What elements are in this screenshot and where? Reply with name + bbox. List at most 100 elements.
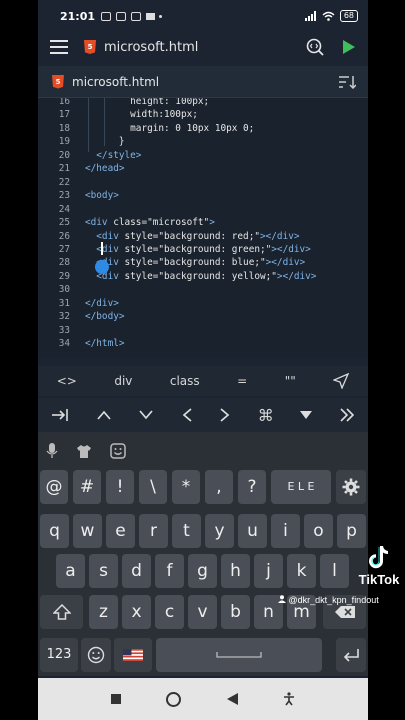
html5-icon: 5 — [84, 40, 96, 54]
arrow-left-icon[interactable] — [181, 407, 193, 423]
key-at[interactable]: @ — [40, 470, 68, 504]
key-e[interactable]: e — [106, 514, 135, 548]
key-l[interactable]: l — [320, 554, 349, 588]
code-text: height: 100px; — [85, 98, 209, 107]
space-key[interactable] — [156, 638, 322, 672]
microphone-icon[interactable] — [46, 443, 58, 459]
shift-key[interactable] — [40, 595, 83, 629]
code-line[interactable]: 31 </div> — [38, 298, 368, 312]
code-token: width:100px; — [85, 109, 198, 121]
key-v[interactable]: v — [188, 595, 217, 629]
emoji-key[interactable] — [81, 638, 111, 672]
code-line[interactable]: 17 width:100px; — [38, 109, 368, 123]
key-s[interactable]: s — [89, 554, 118, 588]
code-line[interactable]: 16 height: 100px; — [38, 98, 368, 110]
tab-key-icon[interactable] — [51, 408, 69, 422]
accessibility-icon[interactable] — [283, 692, 295, 706]
numbers-key[interactable]: 123 — [40, 638, 78, 672]
code-line[interactable]: 27 <div style="background: green;"></div… — [38, 244, 368, 258]
code-line[interactable]: 29 <div style="background: yellow;"></di… — [38, 271, 368, 285]
back-icon[interactable] — [226, 693, 238, 705]
code-text: </html> — [85, 338, 125, 349]
code-line[interactable]: 23 <body> — [38, 190, 368, 204]
code-line[interactable]: 24 — [38, 204, 368, 218]
key-o[interactable]: o — [304, 514, 333, 548]
code-text: </body> — [85, 311, 125, 322]
code-text: </style> — [85, 150, 141, 161]
arrow-down-icon[interactable] — [138, 409, 154, 421]
code-text: <div style="background: green;"></div> — [85, 244, 311, 255]
code-line[interactable]: 22 — [38, 177, 368, 191]
touch-indicator — [95, 260, 109, 274]
sort-icon[interactable] — [338, 75, 356, 89]
key-y[interactable]: y — [205, 514, 234, 548]
command-icon[interactable]: ⌘ — [258, 406, 274, 425]
code-line[interactable]: 34 </html> — [38, 338, 368, 352]
key-p[interactable]: p — [337, 514, 366, 548]
home-icon[interactable] — [166, 691, 182, 707]
symbol-key[interactable]: = — [237, 374, 247, 388]
code-line[interactable]: 25 <div class="microsoft"> — [38, 217, 368, 231]
key-r[interactable]: r — [139, 514, 168, 548]
key-j[interactable]: j — [254, 554, 283, 588]
arrow-right-icon[interactable] — [219, 407, 231, 423]
key-z[interactable]: z — [89, 595, 118, 629]
signal-icon — [304, 11, 316, 21]
key-b[interactable]: b — [221, 595, 250, 629]
key-asterisk[interactable]: * — [172, 470, 200, 504]
key-backslash[interactable]: \ — [139, 470, 167, 504]
arrow-up-icon[interactable] — [96, 409, 112, 421]
code-text: </div> — [85, 298, 119, 309]
code-line[interactable]: 26 <div style="background: red;"></div> — [38, 231, 368, 245]
emoji-icon[interactable] — [110, 443, 126, 459]
dropdown-icon[interactable] — [300, 411, 313, 419]
line-number: 19 — [58, 136, 70, 148]
key-question[interactable]: ? — [238, 470, 266, 504]
key-a[interactable]: a — [56, 554, 85, 588]
key-t[interactable]: t — [172, 514, 201, 548]
run-icon[interactable] — [342, 40, 356, 54]
code-line[interactable]: 20 </style> — [38, 150, 368, 164]
key-hash[interactable]: # — [73, 470, 101, 504]
enter-key[interactable] — [336, 638, 366, 672]
key-g[interactable]: g — [188, 554, 217, 588]
send-icon[interactable] — [333, 373, 350, 389]
recents-icon[interactable] — [110, 694, 121, 704]
code-line[interactable]: 30 — [38, 284, 368, 298]
key-f[interactable]: f — [155, 554, 184, 588]
double-chevron-icon[interactable] — [339, 408, 355, 422]
key-h[interactable]: h — [221, 554, 250, 588]
code-editor[interactable]: 16 height: 100px; 17 width:100px; 18 margi… — [38, 98, 368, 358]
key-d[interactable]: d — [122, 554, 151, 588]
code-line[interactable]: 33 — [38, 325, 368, 339]
settings-key[interactable] — [336, 470, 366, 504]
key-w[interactable]: w — [73, 514, 102, 548]
key-language-switch[interactable]: E L E — [271, 470, 331, 504]
key-exclamation[interactable]: ! — [106, 470, 134, 504]
key-q[interactable]: q — [40, 514, 69, 548]
menu-icon[interactable] — [50, 40, 68, 54]
period-key[interactable] — [326, 638, 334, 672]
code-line[interactable]: 19 } — [38, 136, 368, 150]
key-u[interactable]: u — [238, 514, 267, 548]
line-number: 17 — [58, 109, 70, 121]
search-code-icon[interactable] — [306, 38, 324, 56]
code-line[interactable]: 28 <div style="background: blue;"></div> — [38, 257, 368, 271]
key-c[interactable]: c — [155, 595, 184, 629]
key-i[interactable]: i — [271, 514, 300, 548]
code-line[interactable]: 21 </head> — [38, 163, 368, 177]
notification-icon — [116, 11, 127, 21]
symbol-key[interactable]: class — [170, 374, 200, 388]
wifi-icon — [322, 11, 335, 21]
key-comma[interactable]: , — [205, 470, 233, 504]
key-k[interactable]: k — [287, 554, 316, 588]
symbol-key[interactable]: "" — [285, 374, 296, 388]
symbol-key[interactable]: <> — [57, 374, 77, 388]
key-x[interactable]: x — [122, 595, 151, 629]
language-key[interactable] — [114, 638, 152, 672]
symbol-key[interactable]: div — [114, 374, 132, 388]
clothing-icon[interactable] — [76, 444, 92, 459]
tab-microsoft-html[interactable]: microsoft.html — [72, 75, 159, 89]
code-line[interactable]: 32 </body> — [38, 311, 368, 325]
code-line[interactable]: 18 margin: 0 10px 10px 0; — [38, 123, 368, 137]
